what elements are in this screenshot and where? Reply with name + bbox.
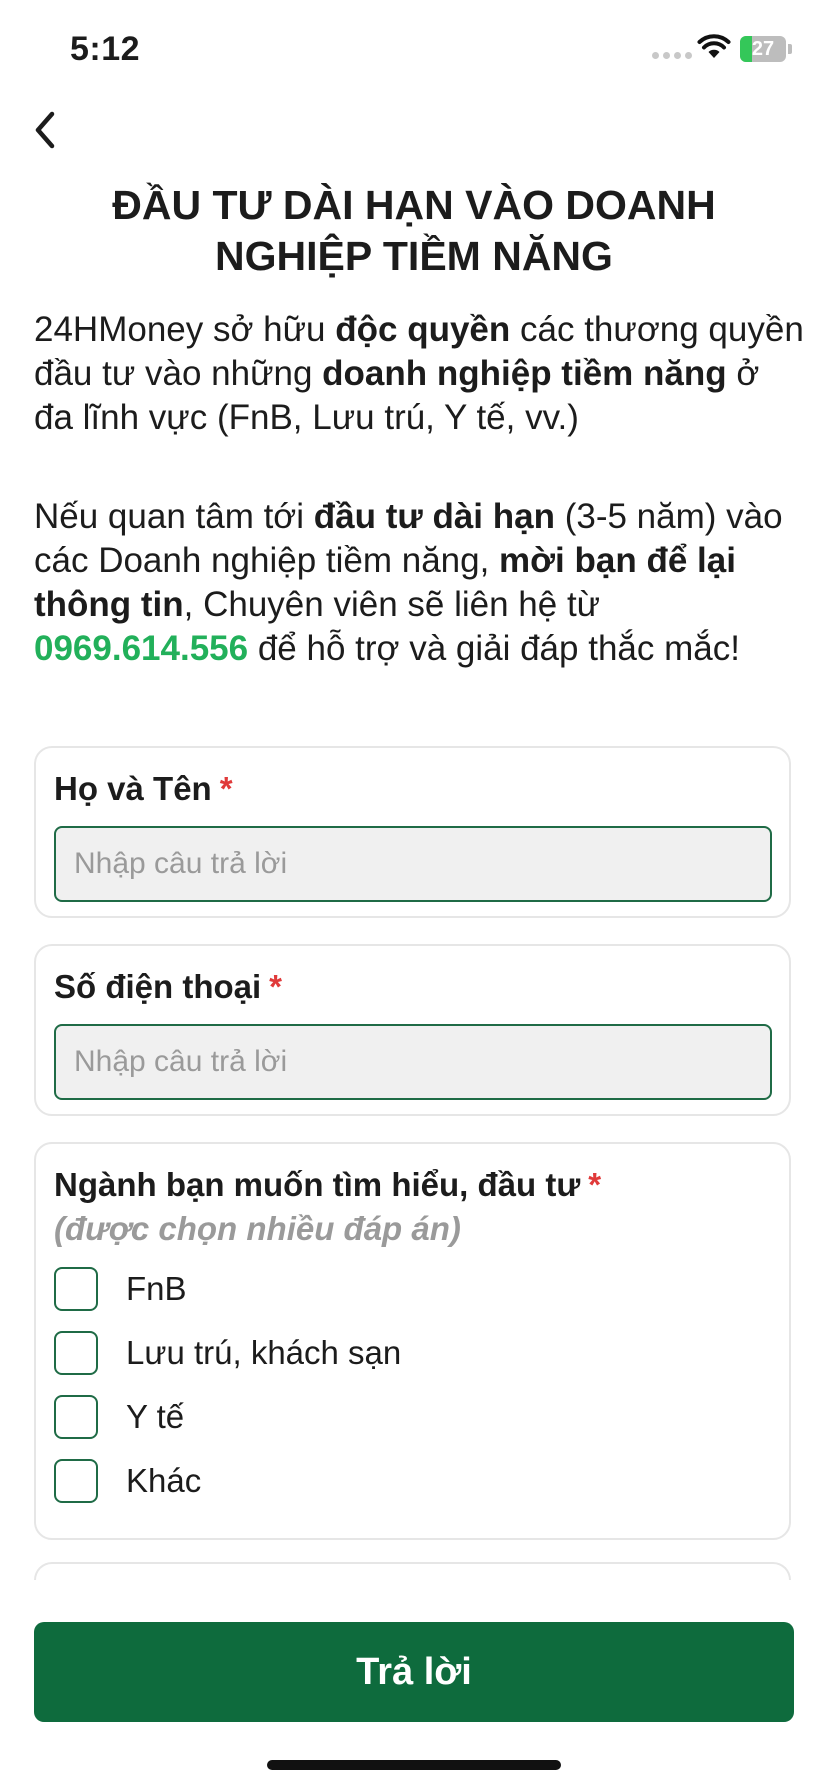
contact-bold: đầu tư dài hạn [313,497,555,536]
checkbox[interactable] [54,1395,98,1439]
required-star: * [219,770,233,807]
phone-label-text: Số điện thoại [54,968,262,1005]
phone-input[interactable] [54,1024,772,1100]
contact-text: để hỗ trợ và giải đáp thắc mắc! [248,629,740,668]
phone-label: Số điện thoại * [54,968,282,1006]
name-input[interactable] [54,826,772,902]
option-hospitality[interactable]: Lưu trú, khách sạn [54,1329,401,1377]
chevron-left-icon [35,111,55,149]
phone-card: Số điện thoại * [34,944,791,1116]
name-card: Họ và Tên * [34,746,791,918]
contact-text: Nếu quan tâm tới [34,497,314,536]
contact-paragraph: Nếu quan tâm tới đầu tư dài hạn (3-5 năm… [34,495,804,671]
battery-cap [788,44,792,54]
option-label: FnB [126,1270,187,1307]
option-label: Khác [126,1462,202,1499]
industry-label: Ngành bạn muốn tìm hiểu, đầu tư * [54,1166,601,1204]
intro-bold: doanh nghiệp tiềm năng [322,354,727,393]
required-star: * [269,968,283,1005]
contact-text: , Chuyên viên sẽ liên hệ từ [183,585,601,624]
name-label-text: Họ và Tên [54,770,212,807]
option-label: Lưu trú, khách sạn [126,1334,402,1371]
intro-text: 24HMoney sở hữu [34,310,336,349]
back-button[interactable] [26,104,74,156]
intro-paragraph: 24HMoney sở hữu độc quyền các thương quy… [34,308,804,440]
status-time: 5:12 [70,30,141,68]
battery-icon: 27 [740,36,786,62]
industry-label-text: Ngành bạn muốn tìm hiểu, đầu tư [54,1166,581,1203]
industry-hint: (được chọn nhiều đáp án) [54,1210,461,1247]
option-healthcare[interactable]: Y tế [54,1393,184,1441]
checkbox[interactable] [54,1267,98,1311]
wifi-icon [697,34,731,58]
option-label: Y tế [126,1398,185,1435]
intro-bold: độc quyền [335,310,511,349]
page-title: ĐẦU TƯ DÀI HẠN VÀO DOANH NGHIỆP TIỀM NĂN… [112,182,716,279]
signal-icon [652,52,692,59]
checkbox[interactable] [54,1459,98,1503]
industry-card: Ngành bạn muốn tìm hiểu, đầu tư * (được c… [34,1142,791,1540]
submit-button[interactable]: Trả lời [34,1622,794,1722]
required-star: * [588,1166,602,1203]
option-other[interactable]: Khác [54,1457,201,1505]
status-bar: 5:12 27 [0,0,828,100]
name-label: Họ và Tên * [54,770,233,808]
home-indicator [267,1760,561,1770]
option-fnb[interactable]: FnB [54,1265,187,1313]
checkbox[interactable] [54,1331,98,1375]
phone-number-link[interactable]: 0969.614.556 [34,629,248,668]
battery-level: 27 [751,38,775,60]
